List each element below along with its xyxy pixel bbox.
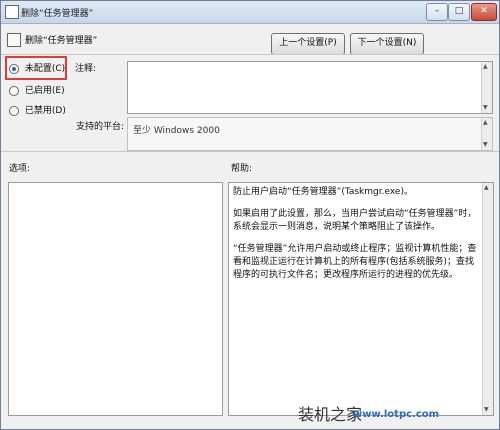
platform-value: 至少 Windows 2000 xyxy=(133,126,220,136)
comment-label: 注释: xyxy=(75,64,97,74)
previous-setting-button[interactable]: 上一个设置(P) xyxy=(271,33,345,55)
scroll-down-icon[interactable]: ▼ xyxy=(483,141,488,149)
help-paragraph: 防止用户启动“任务管理器”(Taskmgr.exe)。 xyxy=(233,187,413,197)
next-setting-button[interactable]: 下一个设置(N) xyxy=(350,33,424,55)
watermark: 装机之家 www.lotpc.com xyxy=(298,397,498,427)
radio-dot-icon xyxy=(9,105,19,116)
scroll-up-icon[interactable]: ▲ xyxy=(483,63,488,71)
help-scrollbar[interactable]: ▲ ▼ xyxy=(482,183,493,415)
help-label: 帮助: xyxy=(231,164,253,174)
help-paragraph: 如果启用了此设置，那么，当用户尝试启动“任务管理器”时，系统会显示一则消息，说明… xyxy=(233,209,477,232)
scroll-down-icon[interactable]: ▼ xyxy=(483,104,488,112)
policy-name: 删除“任务管理器” xyxy=(25,36,98,46)
scroll-up-icon[interactable]: ▲ xyxy=(484,184,489,192)
help-text: 防止用户启动“任务管理器”(Taskmgr.exe)。 如果启用了此设置，那么，… xyxy=(233,186,481,291)
watermark-url: www.lotpc.com xyxy=(353,409,440,420)
radio-label: 已禁用(D) xyxy=(24,106,66,116)
not-configured-radio[interactable]: 未配置(C) xyxy=(9,61,65,75)
radio-dot-icon xyxy=(9,85,19,96)
help-paragraph: “任务管理器”允许用户启动或终止程序；监视计算机性能；查看和监视正运行在计算机上… xyxy=(233,244,477,280)
options-panel xyxy=(8,182,223,416)
radio-label: 未配置(C) xyxy=(24,64,66,74)
close-button[interactable]: ✕ xyxy=(471,3,497,21)
policy-icon xyxy=(7,33,21,47)
platform-label: 支持的平台: xyxy=(76,122,125,132)
separator xyxy=(1,151,499,152)
radio-label: 已启用(E) xyxy=(24,86,65,96)
minimize-button[interactable]: – xyxy=(426,3,448,21)
maximize-button[interactable]: □ xyxy=(448,3,470,21)
header-row: 删除“任务管理器” 上一个设置(P) 下一个设置(N) xyxy=(1,24,499,58)
comment-textarea[interactable]: ▲ ▼ xyxy=(127,61,493,114)
window-title: 删除“任务管理器” xyxy=(21,9,94,19)
comment-scrollbar[interactable]: ▲ ▼ xyxy=(481,62,492,113)
options-label: 选项: xyxy=(9,164,31,174)
platform-scrollbar[interactable]: ▲ ▼ xyxy=(481,118,492,150)
disabled-radio[interactable]: 已禁用(D) xyxy=(9,103,66,117)
policy-icon xyxy=(5,5,19,19)
separator xyxy=(1,54,499,55)
title-bar: 删除“任务管理器” – □ ✕ xyxy=(1,1,499,24)
scroll-up-icon[interactable]: ▲ xyxy=(483,119,488,127)
policy-window: 删除“任务管理器” – □ ✕ 删除“任务管理器” 上一个设置(P) 下一个设置… xyxy=(0,0,500,430)
radio-dot-icon xyxy=(9,63,19,74)
enabled-radio[interactable]: 已启用(E) xyxy=(9,83,65,97)
